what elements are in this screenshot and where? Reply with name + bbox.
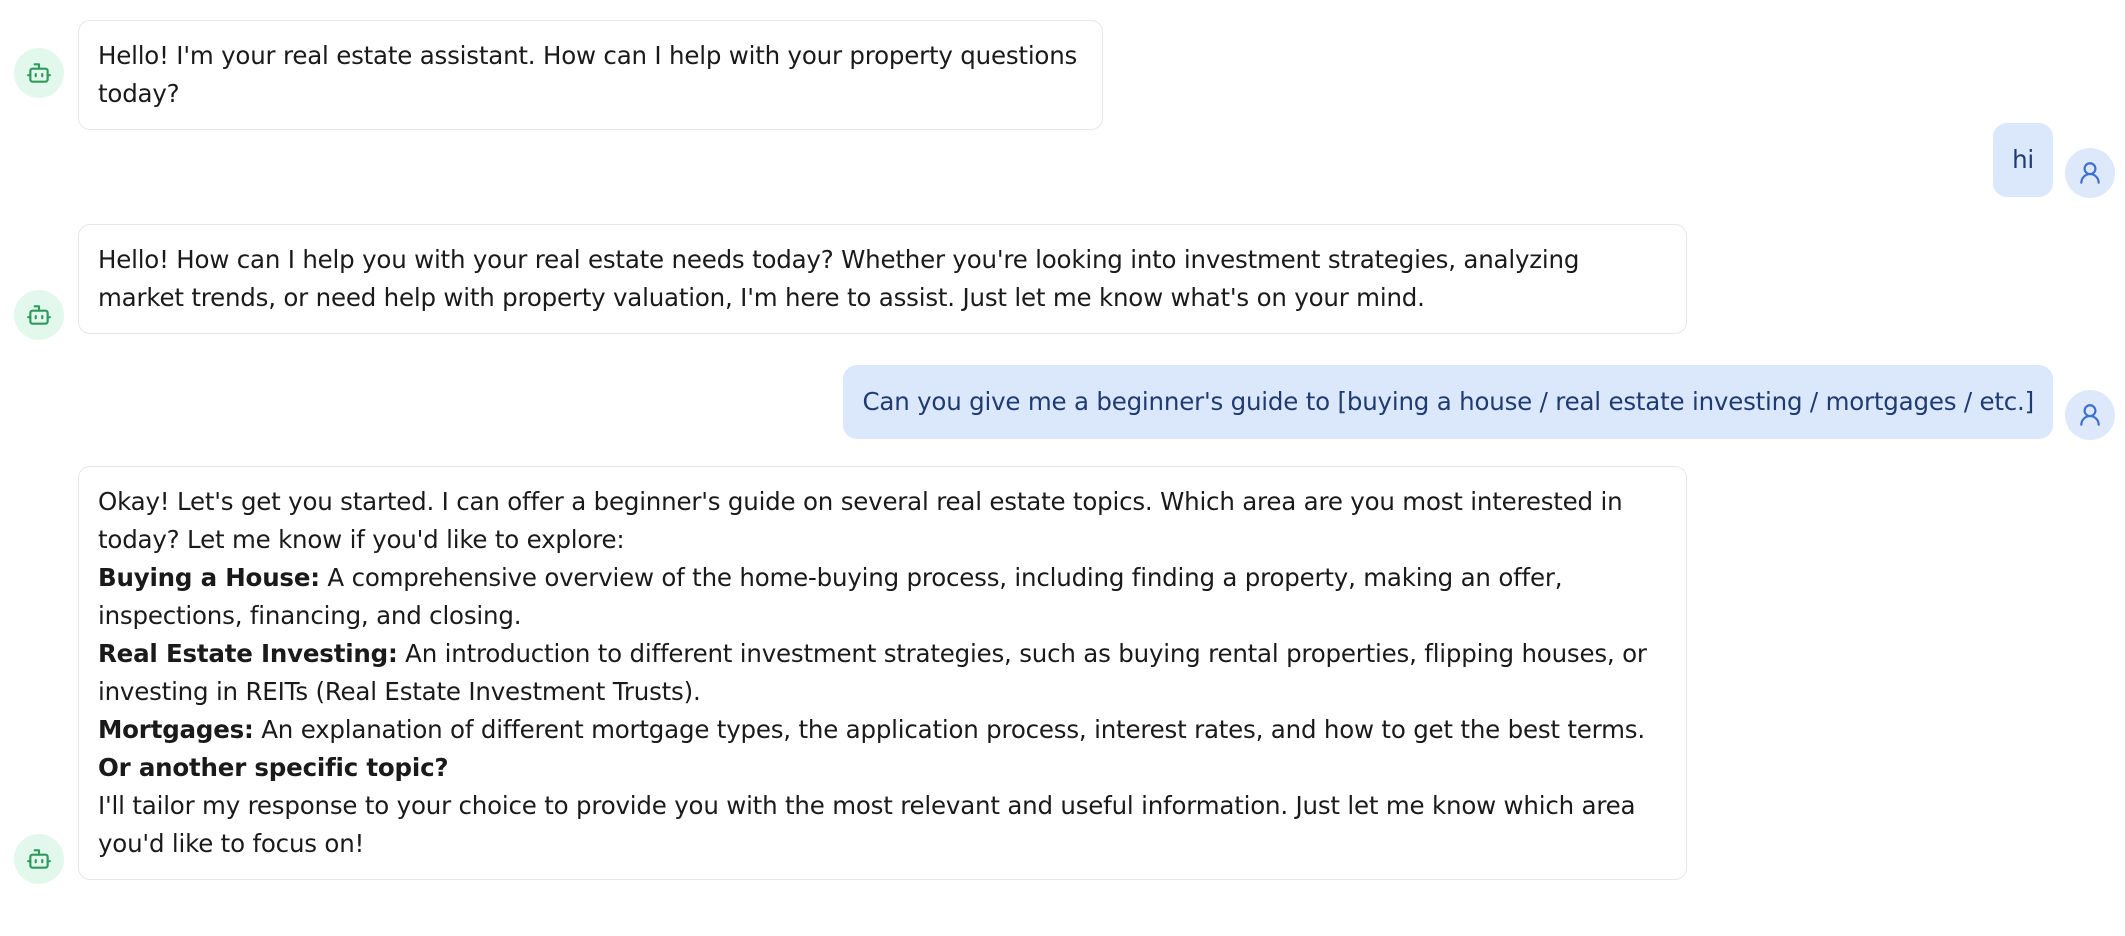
option-mortgages: Mortgages: An explanation of different m…	[98, 711, 1667, 749]
option-text: An explanation of different mortgage typ…	[253, 715, 1645, 744]
user-icon	[2077, 402, 2103, 428]
assistant-message: Okay! Let's get you started. I can offer…	[78, 466, 1687, 880]
assistant-message: Hello! How can I help you with your real…	[78, 224, 1687, 334]
user-icon	[2077, 160, 2103, 186]
option-label: Or another specific topic?	[98, 753, 449, 782]
option-other-topic: Or another specific topic?	[98, 749, 1667, 787]
robot-icon	[26, 302, 52, 328]
option-label: Mortgages:	[98, 715, 254, 744]
assistant-message-closing: I'll tailor my response to your choice t…	[98, 791, 1636, 858]
user-message: hi	[1993, 123, 2053, 197]
option-buying-house: Buying a House: A comprehensive overview…	[98, 559, 1667, 635]
option-label: Buying a House:	[98, 563, 320, 592]
assistant-avatar	[14, 290, 64, 340]
assistant-message-intro: Okay! Let's get you started. I can offer…	[98, 487, 1623, 554]
assistant-message: Hello! I'm your real estate assistant. H…	[78, 20, 1103, 130]
chat-thread: Hello! I'm your real estate assistant. H…	[0, 0, 2125, 936]
assistant-message-text: Hello! How can I help you with your real…	[98, 245, 1580, 312]
user-message-text: Can you give me a beginner's guide to [b…	[862, 387, 2034, 416]
option-real-estate-investing: Real Estate Investing: An introduction t…	[98, 635, 1667, 711]
user-message: Can you give me a beginner's guide to [b…	[843, 365, 2053, 439]
assistant-message-text: Hello! I'm your real estate assistant. H…	[98, 41, 1078, 108]
assistant-avatar	[14, 834, 64, 884]
assistant-avatar	[14, 48, 64, 98]
option-label: Real Estate Investing:	[98, 639, 398, 668]
robot-icon	[26, 60, 52, 86]
user-avatar	[2065, 390, 2115, 440]
user-avatar	[2065, 148, 2115, 198]
user-message-text: hi	[2012, 145, 2034, 174]
robot-icon	[26, 846, 52, 872]
